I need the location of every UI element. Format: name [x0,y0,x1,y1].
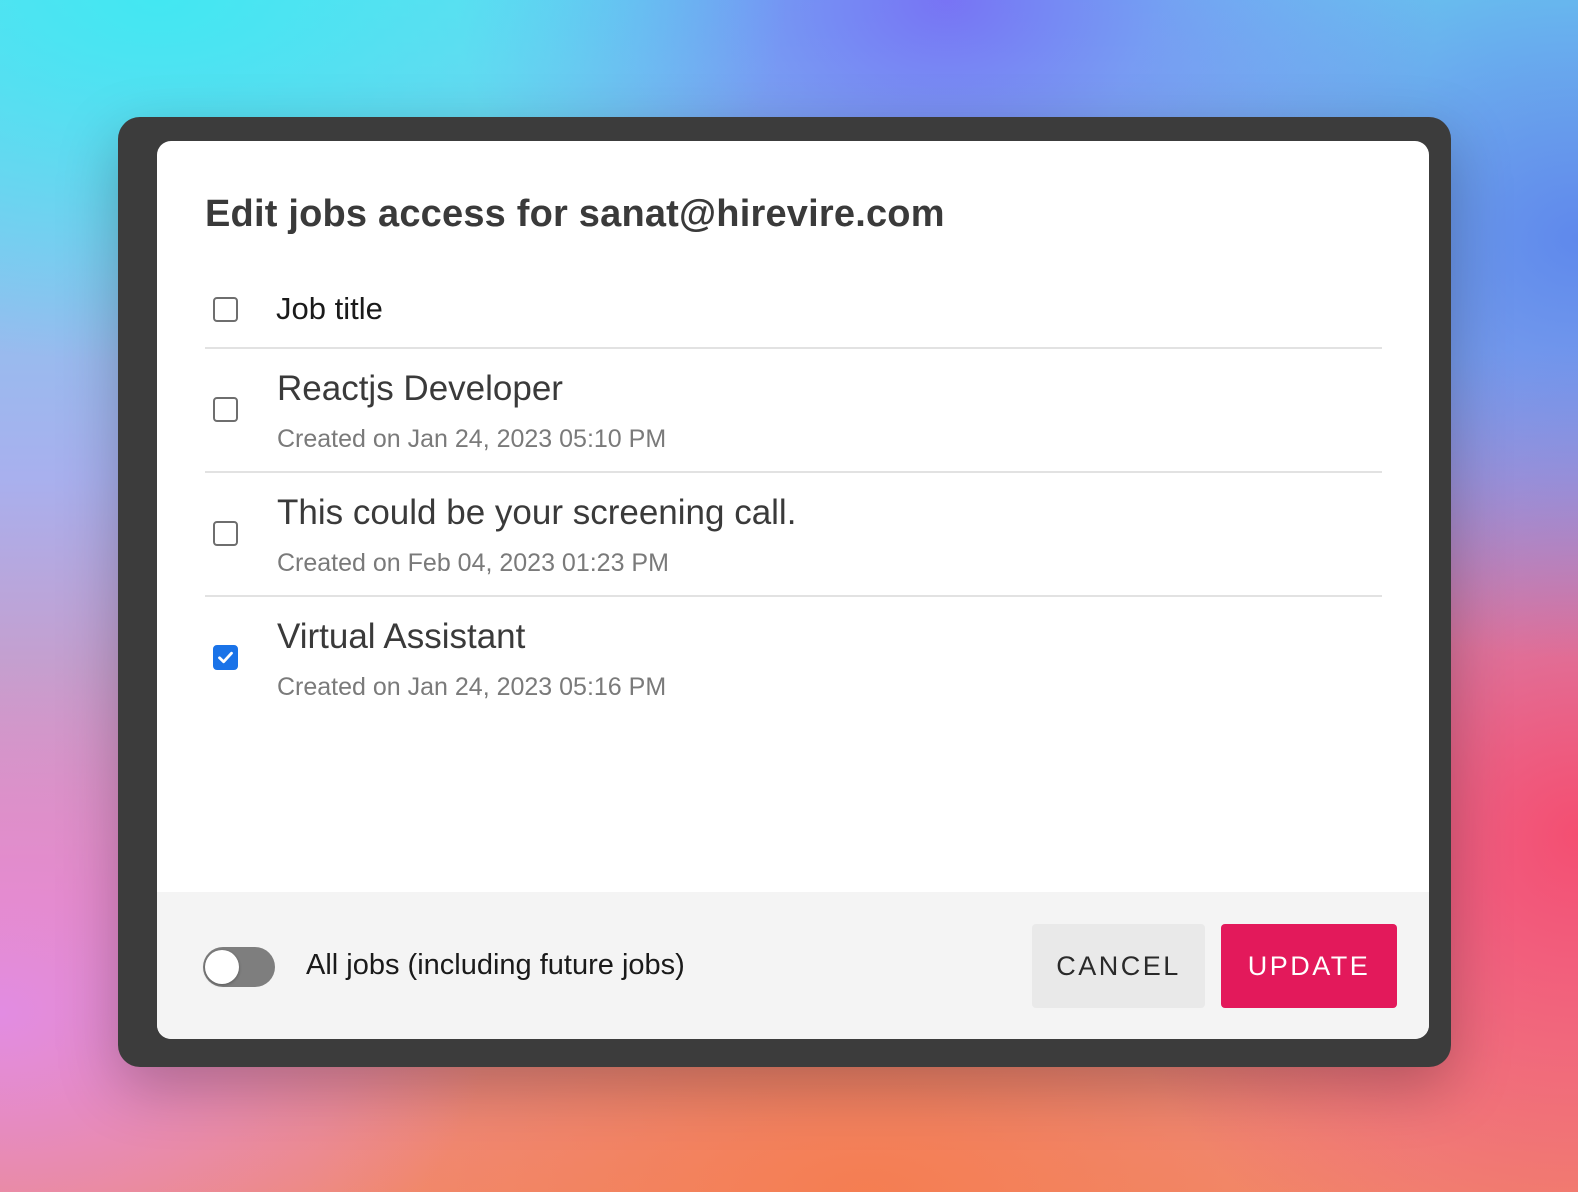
all-jobs-toggle[interactable] [203,947,275,987]
toggle-knob [205,950,239,984]
dialog-footer: All jobs (including future jobs) CANCEL … [157,892,1429,1039]
job-checkbox-reactjs-developer[interactable] [213,397,238,422]
job-checkbox-screening-call[interactable] [213,521,238,546]
job-title: Reactjs Developer [277,369,563,408]
job-title: This could be your screening call. [277,493,797,532]
job-title: Virtual Assistant [277,617,526,656]
job-row-virtual-assistant[interactable]: Virtual Assistant Created on Jan 24, 202… [205,597,1382,719]
edit-jobs-access-dialog: Edit jobs access for sanat@hirevire.com … [157,141,1429,1039]
job-list: Job title Reactjs Developer Created on J… [205,275,1382,719]
job-title-column-header: Job title [276,291,383,326]
job-created-date: Created on Jan 24, 2023 05:10 PM [277,425,667,453]
all-jobs-label: All jobs (including future jobs) [306,949,685,981]
job-created-date: Created on Jan 24, 2023 05:16 PM [277,673,667,701]
job-checkbox-virtual-assistant[interactable] [213,645,238,670]
checkmark-icon [218,651,233,664]
cancel-button[interactable]: CANCEL [1032,924,1205,1008]
job-list-header: Job title [205,275,1382,349]
job-row-reactjs-developer[interactable]: Reactjs Developer Created on Jan 24, 202… [205,349,1382,473]
job-created-date: Created on Feb 04, 2023 01:23 PM [277,549,669,577]
update-button[interactable]: UPDATE [1221,924,1397,1008]
select-all-checkbox[interactable] [213,297,238,322]
dialog-title: Edit jobs access for sanat@hirevire.com [205,193,945,235]
job-row-screening-call[interactable]: This could be your screening call. Creat… [205,473,1382,597]
